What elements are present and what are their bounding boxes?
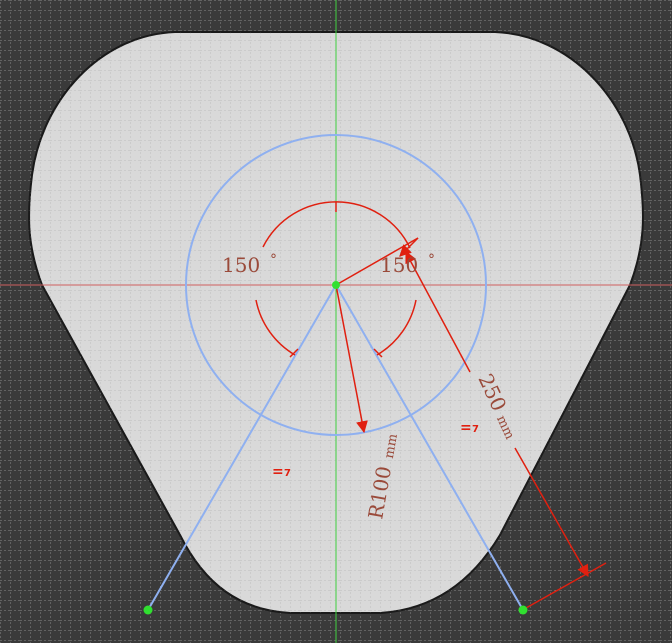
angle-left-unit: ° <box>270 252 277 268</box>
sketch-canvas[interactable]: 150 ° 150 ° R100 mm 250 mm = 7 = 7 <box>0 0 672 643</box>
equal-constraint-icon[interactable]: = <box>460 420 472 436</box>
endpoint-right[interactable] <box>518 605 528 615</box>
equal-constraint-index: 7 <box>284 468 291 479</box>
endpoint-left[interactable] <box>143 605 153 615</box>
angle-left-value[interactable]: 150 <box>222 253 260 277</box>
origin-point[interactable] <box>332 281 340 289</box>
angle-right-value[interactable]: 150 <box>380 253 418 277</box>
sketch-viewport[interactable]: 150 ° 150 ° R100 mm 250 mm = 7 = 7 <box>0 0 672 643</box>
angle-right-unit: ° <box>428 252 435 268</box>
equal-constraint-index: 7 <box>472 424 479 435</box>
equal-constraint-icon[interactable]: = <box>272 464 284 480</box>
